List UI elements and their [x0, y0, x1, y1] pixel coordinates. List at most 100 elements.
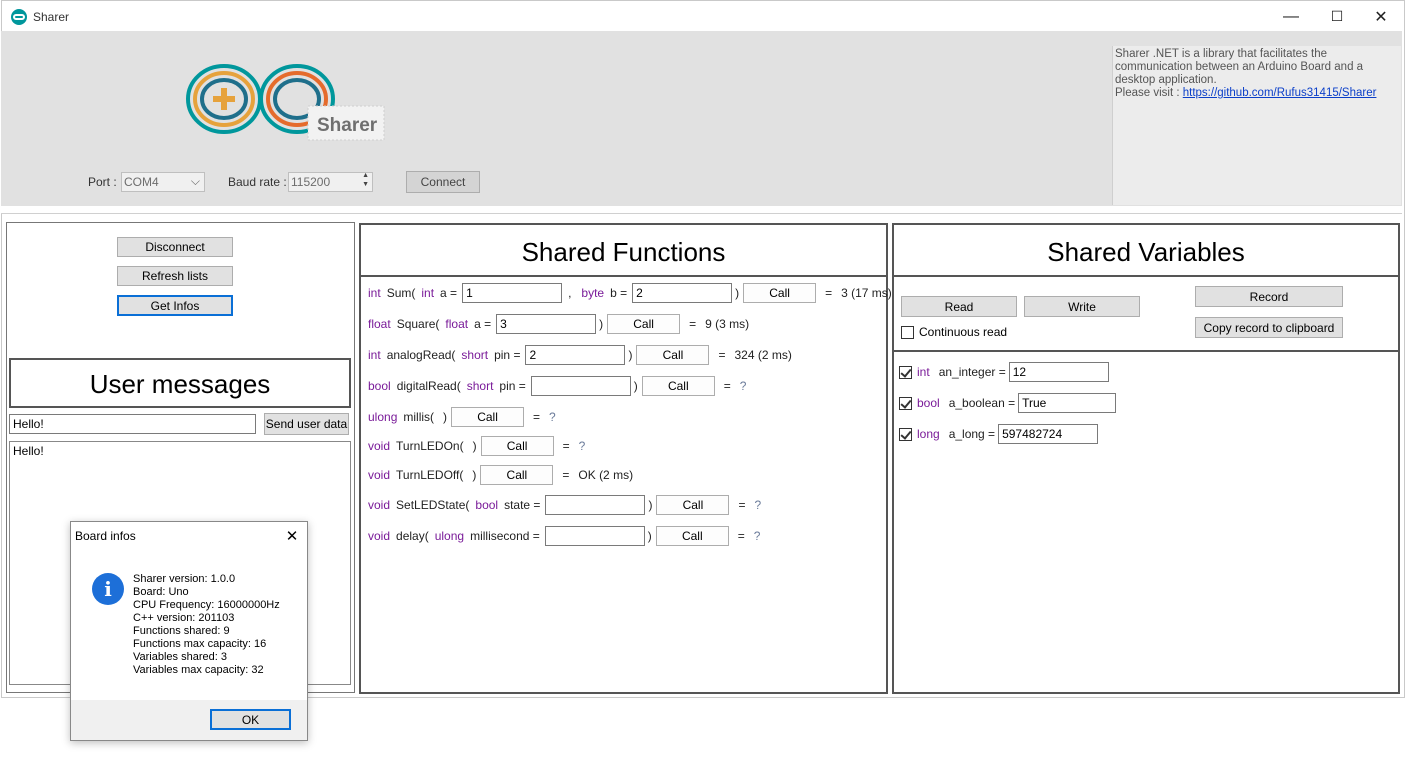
- variable-row: bool a_boolean = True: [899, 393, 1117, 413]
- close-paren: ): [648, 498, 653, 512]
- continuous-read-checkbox[interactable]: [901, 325, 914, 339]
- param-name: a =: [474, 317, 492, 331]
- return-type: int: [368, 348, 381, 362]
- write-button[interactable]: Write: [1024, 296, 1140, 317]
- function-row: int Sum(int a = 1, byte b = 2) Call = 3 (17 ms): [368, 283, 892, 303]
- copy-record-button[interactable]: Copy record to clipboard: [1195, 317, 1343, 338]
- variable-checkbox[interactable]: [899, 427, 912, 441]
- board-info-line: Functions shared: 9: [133, 625, 230, 637]
- equals-sign: =: [825, 286, 833, 300]
- call-button[interactable]: Call: [641, 376, 715, 396]
- title-bar[interactable]: Sharer — ☐ ✕: [2, 1, 1404, 32]
- call-button[interactable]: Call: [636, 345, 710, 365]
- port-select[interactable]: COM4 ⌵: [121, 172, 205, 192]
- param-input[interactable]: 2: [632, 283, 733, 303]
- variables-toolbar: Read Write Record Copy record to clipboa…: [894, 277, 1398, 352]
- function-name: digitalRead(: [396, 379, 461, 393]
- variable-row: int an_integer = 12: [899, 362, 1109, 382]
- param-input[interactable]: [530, 376, 631, 396]
- variable-value-input[interactable]: 597482724: [998, 424, 1099, 444]
- variable-checkbox[interactable]: [899, 365, 912, 379]
- param-type: int: [421, 286, 435, 300]
- equals-sign: =: [738, 498, 746, 512]
- close-paren: ): [599, 317, 604, 331]
- close-paren: ): [735, 286, 740, 300]
- continuous-read-option[interactable]: Continuous read: [901, 325, 1007, 339]
- param-name: a =: [440, 286, 458, 300]
- call-button[interactable]: Call: [480, 465, 554, 485]
- variable-type: int: [917, 365, 930, 379]
- param-name: millisecond =: [470, 529, 540, 543]
- function-result: 9 (3 ms): [705, 317, 750, 331]
- refresh-lists-button[interactable]: Refresh lists: [117, 266, 233, 286]
- param-type: ulong: [434, 529, 465, 543]
- minimize-button[interactable]: —: [1268, 1, 1314, 32]
- close-paren: ): [472, 468, 477, 482]
- equals-sign: =: [533, 410, 541, 424]
- param-input[interactable]: [545, 495, 646, 515]
- param-type: float: [445, 317, 469, 331]
- disconnect-button[interactable]: Disconnect: [117, 237, 233, 257]
- param-name: pin =: [499, 379, 526, 393]
- board-info-line: Functions max capacity: 16: [133, 638, 267, 650]
- return-type: ulong: [368, 410, 398, 424]
- record-button[interactable]: Record: [1195, 286, 1343, 307]
- equals-sign: =: [689, 317, 697, 331]
- connect-button[interactable]: Connect: [406, 171, 480, 193]
- visit-label: Please visit :: [1115, 87, 1183, 99]
- function-row: void SetLEDState(bool state =) Call =?: [368, 495, 761, 515]
- param-input[interactable]: 1: [462, 283, 563, 303]
- header-separator: [1, 206, 1402, 214]
- param-input[interactable]: 3: [496, 314, 597, 334]
- variable-name: a_long =: [948, 427, 996, 441]
- variable-checkbox[interactable]: [899, 396, 912, 410]
- close-paren: ): [472, 439, 477, 453]
- call-button[interactable]: Call: [655, 526, 729, 546]
- call-button[interactable]: Call: [607, 314, 681, 334]
- function-result: ?: [753, 529, 761, 543]
- function-result: OK (2 ms): [578, 468, 634, 482]
- function-result: 3 (17 ms): [841, 286, 892, 300]
- variable-value-input[interactable]: 12: [1008, 362, 1109, 382]
- window-title: Sharer: [33, 10, 70, 24]
- close-button[interactable]: ✕: [1358, 1, 1404, 32]
- call-button[interactable]: Call: [451, 407, 525, 427]
- equals-sign: =: [737, 529, 745, 543]
- close-paren: ): [647, 529, 652, 543]
- board-info-line: CPU Frequency: 16000000Hz: [133, 599, 280, 611]
- maximize-button[interactable]: ☐: [1314, 1, 1360, 32]
- param-input[interactable]: 2: [525, 345, 626, 365]
- return-type: void: [368, 498, 391, 512]
- equals-sign: =: [562, 468, 570, 482]
- dialog-close-button[interactable]: ✕: [277, 524, 307, 548]
- variable-row: long a_long = 597482724: [899, 424, 1099, 444]
- call-button[interactable]: Call: [743, 283, 817, 303]
- function-name: Sum(: [386, 286, 416, 300]
- function-row: void TurnLEDOn() Call =?: [368, 436, 585, 456]
- get-infos-button[interactable]: Get Infos: [117, 295, 233, 316]
- call-button[interactable]: Call: [656, 495, 730, 515]
- ok-button[interactable]: OK: [210, 709, 291, 730]
- shared-functions-heading: Shared Functions: [361, 225, 886, 277]
- param-type: bool: [475, 498, 499, 512]
- user-message-input[interactable]: Hello!: [9, 414, 256, 434]
- function-row: float Square(float a = 3) Call = 9 (3 ms): [368, 314, 749, 334]
- variable-type: long: [917, 427, 940, 441]
- function-result: 324 (2 ms): [734, 348, 792, 362]
- spinner-arrows-icon[interactable]: ▲ ▼: [362, 171, 369, 189]
- variables-panel: Shared Variables Read Write Record Copy …: [892, 223, 1400, 694]
- param-input[interactable]: [544, 526, 645, 546]
- function-row: void delay(ulong millisecond =) Call =?: [368, 526, 760, 546]
- call-button[interactable]: Call: [480, 436, 554, 456]
- send-user-data-button[interactable]: Send user data: [264, 413, 349, 435]
- function-name: SetLEDState(: [396, 498, 470, 512]
- variable-value-input[interactable]: True: [1018, 393, 1117, 413]
- close-paren: ): [443, 410, 448, 424]
- port-label: Port :: [88, 175, 117, 189]
- github-link[interactable]: https://github.com/Rufus31415/Sharer: [1183, 87, 1377, 99]
- equals-sign: =: [562, 439, 570, 453]
- return-type: void: [368, 468, 391, 482]
- read-button[interactable]: Read: [901, 296, 1017, 317]
- function-row: int analogRead(short pin = 2) Call = 324 (2 ms…: [368, 345, 792, 365]
- baud-rate-spinner[interactable]: 115200 ▲ ▼: [288, 172, 373, 192]
